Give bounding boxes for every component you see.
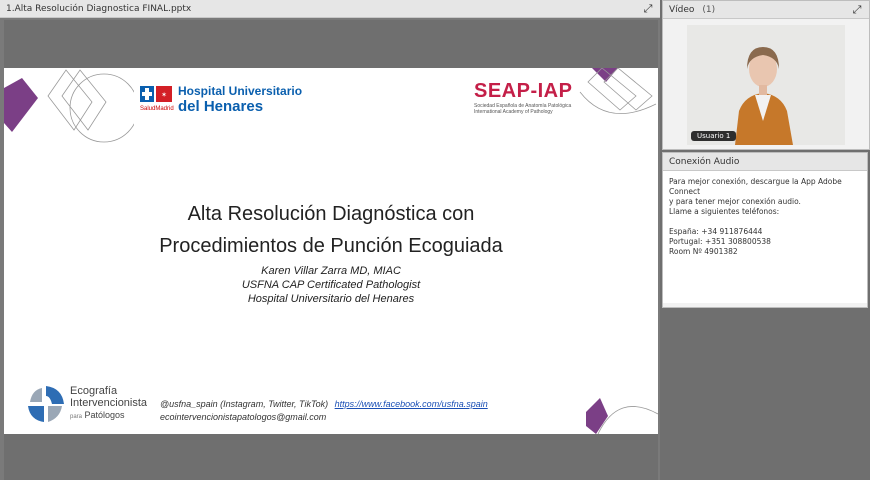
expand-icon[interactable]: ⤢ [851,3,863,16]
audio-line2: y para tener mejor conexión audio. [669,197,801,206]
share-pod-title: 1.Alta Resolución Diagnostica FINAL.pptx [6,3,192,14]
audio-spain-phone: España: +34 911876444 [669,227,763,236]
hospital-logo-line2: del Henares [178,98,264,115]
svg-text:✶: ✶ [161,91,167,99]
author-cert: USFNA CAP Certificated Pathologist [241,279,421,291]
share-pod-header: 1.Alta Resolución Diagnostica FINAL.pptx… [0,0,660,18]
presentation-slide: ✶ Hospital Universitario del Henares Sal… [4,68,658,434]
expand-icon[interactable]: ⤢ [642,2,654,15]
hospital-logo-line1: Hospital Universitario [178,84,303,98]
author-hospital: Hospital Universitario del Henares [247,293,415,305]
video-pod-header: Vídeo (1) ⤢ [663,1,869,19]
empty-area [662,310,870,480]
salud-madrid-label: SaludMadrid [140,106,174,112]
corner-decoration-top-right [579,68,657,114]
audio-room-number: Room Nº 4901382 [669,247,738,256]
ecografia-logo-line1: Ecografía [70,385,118,397]
author-block: Karen Villar Zarra MD, MIAC USFNA CAP Ce… [4,264,658,306]
social-handle: @usfna_spain (Instagram, Twitter, TikTok… [160,399,329,409]
corner-decoration-top-left [4,69,134,143]
hospital-cross-icon: ✶ [140,86,172,102]
ecografia-logo-line2: Intervencionista [70,397,148,409]
audio-line3: Llame a siguientes teléfonos: [669,207,780,216]
audio-portugal-phone: Portugal: +351 308800538 [669,237,771,246]
seap-logo: SEAP-IAP Sociedad Española de Anatomía P… [474,80,572,115]
slide-title: Alta Resolución Diagnóstica con Procedim… [4,198,658,262]
video-pod-title: Vídeo [669,4,695,15]
ecografia-logo-para: para [70,414,83,420]
audio-pod-title: Conexión Audio [669,156,740,167]
ecografia-logo: Ecografía Intervencionista para Patólogo… [26,384,147,424]
slide-area: ✶ Hospital Universitario del Henares Sal… [4,20,658,480]
seap-logo-sub2: International Academy of Pathology [474,109,553,115]
corner-decoration-bottom-right [586,398,658,434]
webcam-feed: Usuario 1 [687,25,845,145]
ecografia-logo-icon [28,386,64,422]
video-user-label: Usuario 1 [691,131,737,141]
facebook-link[interactable]: https://www.facebook.com/usfna.spain [335,399,488,409]
author-name: Karen Villar Zarra MD, MIAC [261,265,401,277]
webcam-person-image [687,25,845,145]
audio-pod: Conexión Audio Para mejor conexión, desc… [662,152,868,308]
seap-logo-name: SEAP-IAP [474,80,573,102]
slide-title-line1: Alta Resolución Diagnóstica con [187,203,475,225]
ecografia-logo-line3: Patólogos [84,410,125,420]
share-pod: 1.Alta Resolución Diagnostica FINAL.pptx… [0,0,660,480]
contact-email: ecointervencionistapatologos@gmail.com [160,412,327,422]
video-pod: Vídeo (1) ⤢ Usuario 1 [662,0,870,150]
video-pod-count: (1) [702,4,716,15]
audio-line1: Para mejor conexión, descargue la App Ad… [669,177,842,196]
social-block: @usfna_spain (Instagram, Twitter, TikTok… [160,398,488,424]
audio-pod-header: Conexión Audio [663,153,867,171]
audio-pod-body: Para mejor conexión, descargue la App Ad… [663,171,867,303]
slide-title-line2: Procedimientos de Punción Ecoguiada [159,235,503,257]
